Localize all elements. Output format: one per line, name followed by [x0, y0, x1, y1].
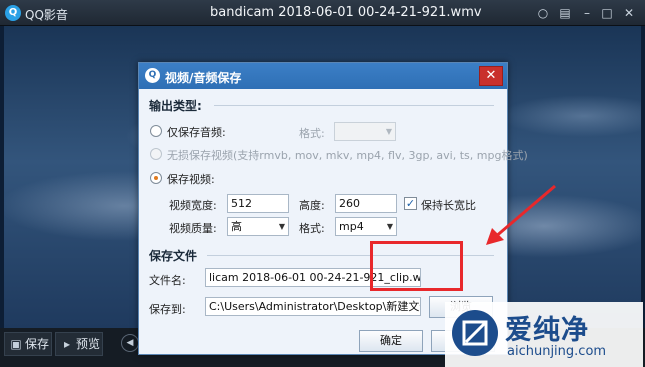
window-title: bandicam 2018-06-01 00-24-21-921.wmv	[210, 5, 482, 20]
audio-format-select[interactable]: ▼	[334, 122, 396, 141]
video-height-input[interactable]: 260	[335, 194, 397, 213]
dialog-title: 视频/音频保存	[165, 71, 242, 85]
output-type-heading: 输出类型:	[149, 99, 202, 113]
play-icon: ▸	[63, 337, 71, 351]
preview-label: 预览	[76, 337, 101, 351]
dialog-close-button[interactable]: ✕	[479, 66, 503, 86]
chevron-down-icon: ▼	[385, 127, 392, 136]
preview-button[interactable]: ▸ 预览	[55, 332, 103, 356]
save-button[interactable]: ▣ 保存	[4, 332, 52, 356]
annotation-highlight-box	[370, 241, 463, 291]
audio-only-radio[interactable]	[150, 125, 162, 137]
save-video-label: 保存视频:	[167, 173, 215, 186]
maximize-icon[interactable]: □	[598, 4, 616, 22]
chat-bubble-icon[interactable]: ○	[534, 4, 552, 22]
keep-ratio-checkbox[interactable]: ✓	[404, 197, 417, 210]
keep-ratio-label: 保持长宽比	[421, 199, 476, 212]
watermark-logo-icon	[452, 310, 498, 356]
video-quality-select[interactable]: 高 ▼	[227, 217, 289, 236]
menu-icon[interactable]: ▤	[556, 4, 574, 22]
lossless-video-radio[interactable]	[150, 148, 162, 160]
video-format-select[interactable]: mp4 ▼	[335, 217, 397, 236]
section-divider	[214, 105, 494, 106]
chevron-left-icon[interactable]: ◀	[121, 334, 139, 352]
save-to-input[interactable]: C:\Users\Administrator\Desktop\新建文件夹	[205, 297, 421, 316]
watermark: 爱纯净 aichunjing.com	[445, 302, 643, 367]
ok-button[interactable]: 确定	[359, 330, 423, 352]
app-name: QQ影音	[25, 8, 68, 22]
video-quality-value: 高	[231, 220, 242, 233]
audio-only-label: 仅保存音频:	[167, 126, 226, 139]
video-format-value: mp4	[339, 220, 364, 233]
chevron-down-icon: ▼	[386, 222, 393, 231]
save-label: 保存	[25, 337, 50, 351]
watermark-url: aichunjing.com	[507, 344, 607, 359]
audio-format-label: 格式:	[299, 127, 325, 140]
lossless-video-label: 无损保存视频(支持rmvb, mov, mkv, mp4, flv, 3gp, …	[167, 149, 528, 162]
video-width-label: 视频宽度:	[169, 199, 217, 212]
video-width-input[interactable]: 512	[227, 194, 289, 213]
dialog-header: Q 视频/音频保存 ✕	[139, 63, 507, 89]
player-titlebar: Q QQ影音 bandicam 2018-06-01 00-24-21-921.…	[0, 0, 645, 26]
video-height-label: 高度:	[299, 199, 325, 212]
minimize-icon[interactable]: –	[578, 4, 596, 22]
save-to-label: 保存到:	[149, 303, 186, 316]
qq-player-logo-icon: Q	[145, 68, 160, 83]
save-icon: ▣	[10, 337, 22, 351]
close-icon: ✕	[485, 68, 497, 83]
video-quality-label: 视频质量:	[169, 222, 217, 235]
qq-player-logo-icon: Q	[5, 5, 21, 21]
filename-label: 文件名:	[149, 274, 186, 287]
close-icon[interactable]: ✕	[620, 4, 638, 22]
watermark-name: 爱纯净	[505, 315, 589, 346]
chevron-down-icon: ▼	[278, 222, 285, 231]
save-video-radio[interactable]	[150, 172, 162, 184]
save-file-heading: 保存文件	[149, 249, 198, 263]
watermark-mark-icon	[462, 320, 488, 346]
annotation-arrow-icon	[486, 184, 556, 245]
video-format-label: 格式:	[299, 222, 325, 235]
